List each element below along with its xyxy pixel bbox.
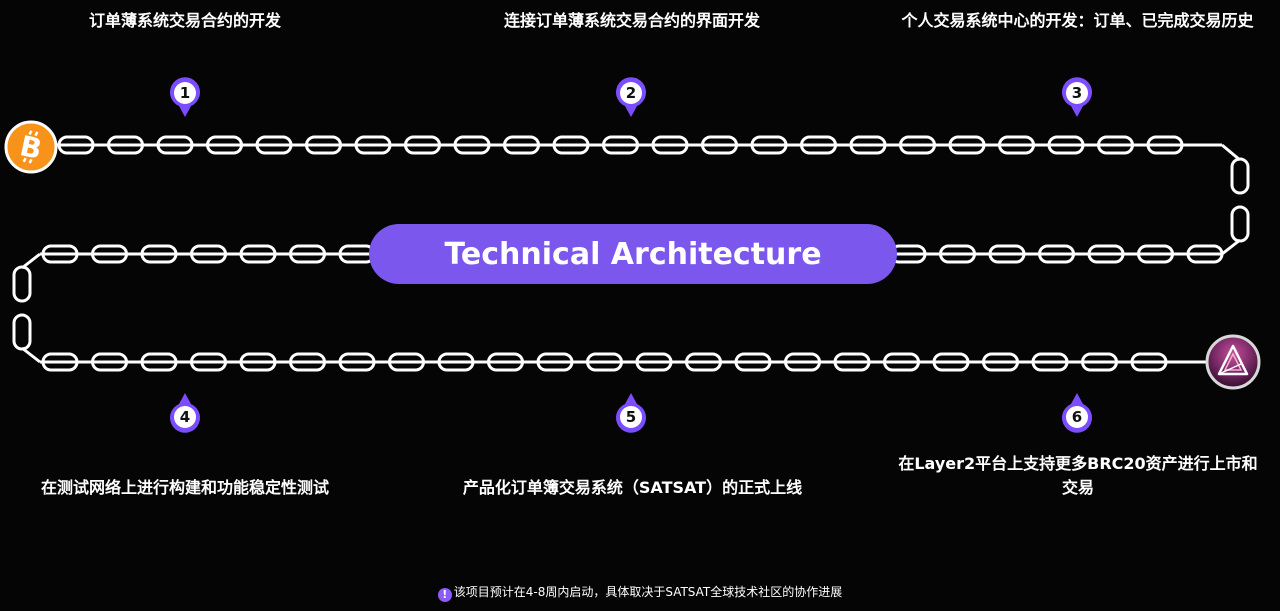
chain-connector [1221,238,1241,256]
step-4-number: 4 [179,408,191,426]
footnote: ! 该项目预计在4-8周内启动，具体取决于SATSAT全球技术社区的协作进展 [0,582,1280,602]
step-3-number: 3 [1071,84,1083,102]
chain-link [12,313,32,351]
step-1-number: 1 [179,84,191,102]
step-1-text: 订单薄系统交易合约的开发 [88,11,281,30]
step-2-number: 2 [625,84,637,102]
step-6-marker: 6 [1061,393,1093,433]
exclamation-icon: ! [437,588,452,602]
bitcoin-logo-icon: B [4,120,58,174]
step-5-number: 5 [625,408,637,426]
step-2-marker: 2 [615,77,647,117]
step-5-marker: 5 [615,393,647,433]
footnote-text: 该项目预计在4-8周内启动，具体取决于SATSAT全球技术社区的协作进展 [453,585,843,599]
step-3-marker: 3 [1061,77,1093,117]
roadmap-stage: Technical Architecture B 订单薄系统交易合约的开发 连接… [0,0,1280,611]
satsat-logo-icon [1205,334,1261,390]
chain-link [12,265,32,303]
step-2-text: 连接订单薄系统交易合约的界面开发 [503,11,760,30]
chain-connector [21,346,41,364]
step-6-number: 6 [1071,408,1083,426]
chain-link [1230,157,1250,195]
step-1-marker: 1 [169,77,201,117]
page-title: Technical Architecture [369,224,897,284]
step-4-marker: 4 [169,393,201,433]
chain-connector [1221,143,1241,162]
step-5-text: 产品化订单簿交易系统（SATSAT）的正式上线 [462,478,803,497]
step-6-text: 在Layer2平台上支持更多BRC20资产进行上市和交易 [898,454,1258,497]
chain-link [1230,205,1250,243]
step-3-text: 个人交易系统中心的开发：订单、已完成交易历史 [901,11,1254,30]
step-4-text: 在测试网络上进行构建和功能稳定性测试 [40,478,329,497]
